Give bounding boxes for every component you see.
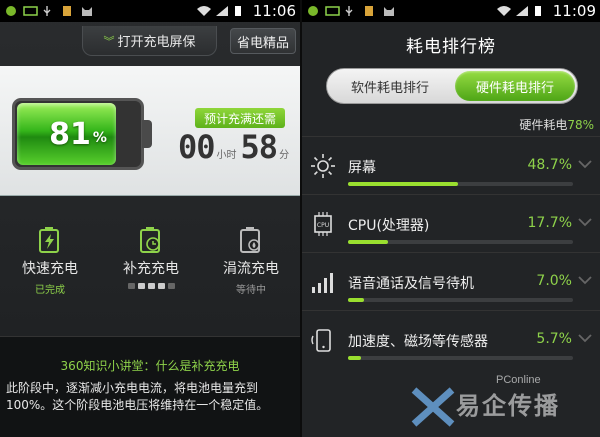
- usage-bar: [348, 182, 458, 186]
- hardware-total-label: 硬件耗电: [519, 118, 568, 132]
- phone-sensor-icon: [311, 329, 331, 352]
- list-item-screen[interactable]: 屏幕 48.7%: [302, 136, 600, 194]
- svg-text:CPU: CPU: [317, 222, 329, 229]
- power-saver-button[interactable]: 省电精品: [230, 28, 296, 54]
- clock: 11:06: [252, 2, 296, 20]
- watermark-text: 易企传播: [456, 392, 560, 420]
- chevron-down-icon: [578, 334, 592, 343]
- lecture-title: 360知识小讲堂：什么是补充充电: [60, 359, 240, 373]
- cpu-chip-icon: CPU: [314, 212, 332, 236]
- timer-hours: 00: [178, 128, 216, 166]
- battery-status-icon: [534, 5, 548, 17]
- watermark: PConline 易企传播: [410, 370, 600, 437]
- timer-minutes-unit: 分: [279, 150, 290, 161]
- mode-status: 等待中: [236, 285, 266, 296]
- mode-label: 快速充电: [22, 261, 78, 277]
- ranking-tabs: 软件耗电排行 硬件耗电排行: [326, 68, 578, 104]
- screensaver-label: 打开充电屏保: [117, 35, 196, 50]
- usb-icon: [344, 5, 358, 17]
- list-item-cpu[interactable]: CPU CPU(处理器) 17.7%: [302, 194, 600, 252]
- chevron-down-icon: [578, 218, 592, 227]
- hardware-total: 硬件耗电78%: [519, 116, 594, 133]
- signal-bars-icon: [312, 273, 333, 293]
- list-item-voice-signal[interactable]: 语音通话及信号待机 7.0%: [302, 252, 600, 310]
- usage-track: [348, 356, 573, 360]
- row-percent: 17.7%: [527, 215, 572, 231]
- status-bar: 11:06: [0, 0, 300, 22]
- watermark-brand: PConline: [496, 374, 541, 386]
- hardware-total-value: 78%: [567, 118, 594, 132]
- mode-label: 涓流充电: [223, 261, 279, 277]
- row-name: 屏幕: [348, 160, 376, 176]
- cat-icon: [382, 5, 396, 17]
- row-name: 语音通话及信号待机: [348, 276, 474, 292]
- fast-charge-icon: [39, 227, 59, 253]
- battery-small-icon: [325, 5, 340, 17]
- mode-trickle-charge[interactable]: 涓流充电 等待中: [206, 226, 296, 296]
- usage-bar: [348, 356, 361, 360]
- mode-fast-charge[interactable]: 快速充电 已完成: [5, 226, 95, 296]
- lecture-body: 此阶段中，逐渐减小充电电流，将电池电量充到100%。这个阶段电池电压将维持在一个…: [6, 381, 269, 412]
- signal-icon: [215, 5, 229, 17]
- eta-label: 预计充满还需: [195, 108, 285, 128]
- page-title: 耗电排行榜: [406, 36, 496, 57]
- charge-timer: 00 小时 58 分: [178, 128, 293, 166]
- trickle-charge-icon: [240, 227, 260, 253]
- row-name: CPU(处理器): [348, 218, 430, 234]
- clipboard-icon: [61, 5, 75, 17]
- list-item-sensors[interactable]: 加速度、磁场等传感器 5.7%: [302, 310, 600, 368]
- battery-panel: 81% 预计充满还需 00 小时 58 分: [0, 66, 300, 196]
- row-name: 加速度、磁场等传感器: [348, 334, 488, 350]
- battery-gauge: 81%: [12, 98, 152, 170]
- usb-icon: [42, 5, 56, 17]
- usage-bar: [348, 240, 388, 244]
- top-bar: ︾ 打开充电屏保 省电精品: [0, 22, 300, 60]
- battery-status-icon: [234, 5, 248, 17]
- clipboard-icon: [363, 5, 377, 17]
- row-percent: 5.7%: [536, 331, 572, 347]
- chevron-down-icon: [578, 276, 592, 285]
- mode-label: 补充充电: [123, 261, 179, 277]
- row-percent: 48.7%: [527, 157, 572, 173]
- timer-hours-unit: 小时: [216, 150, 237, 161]
- charging-screen: 11:06 ︾ 打开充电屏保 省电精品 81% 预计充满还需 00 小时 58 …: [0, 0, 300, 437]
- top-up-charge-icon: [140, 227, 160, 253]
- double-chevron-down-icon: ︾: [103, 34, 115, 48]
- battery-percent-sign: %: [92, 130, 107, 146]
- clock: 11:09: [552, 2, 596, 20]
- usage-bar: [348, 298, 364, 302]
- signal-icon: [515, 5, 529, 17]
- tab-software-ranking[interactable]: 软件耗电排行: [327, 69, 453, 103]
- wifi-icon: [196, 5, 211, 17]
- chevron-down-icon: [578, 160, 592, 169]
- usage-track: [348, 182, 573, 186]
- status-bar: 11:09: [302, 0, 600, 22]
- hardware-list: 屏幕 48.7% CPU CPU(处理器) 17.7% 语音通话及信号待机 7.…: [302, 136, 600, 368]
- knowledge-lecture: 360知识小讲堂：什么是补充充电 此阶段中，逐渐减小充电电流，将电池电量充到10…: [0, 336, 300, 437]
- charging-screensaver-button[interactable]: ︾ 打开充电屏保: [82, 26, 217, 56]
- wifi-icon: [496, 5, 511, 17]
- battery-percent: 81: [49, 116, 91, 152]
- tab-hardware-ranking[interactable]: 硬件耗电排行: [455, 71, 575, 101]
- charge-modes: 快速充电 已完成 补充充电 涓流充电 等待中: [0, 226, 300, 306]
- progress-dots: [106, 283, 196, 289]
- mode-top-up-charge[interactable]: 补充充电: [106, 226, 196, 289]
- watermark-logo-icon: [411, 387, 455, 427]
- smiley-icon: [306, 5, 320, 17]
- sun-icon: [311, 154, 335, 178]
- smiley-icon: [4, 5, 18, 17]
- cat-icon: [80, 5, 94, 17]
- usage-track: [348, 298, 573, 302]
- mode-status: 已完成: [35, 285, 65, 296]
- usage-track: [348, 240, 573, 244]
- battery-small-icon: [23, 5, 38, 17]
- timer-minutes: 58: [240, 128, 279, 166]
- row-percent: 7.0%: [536, 273, 572, 289]
